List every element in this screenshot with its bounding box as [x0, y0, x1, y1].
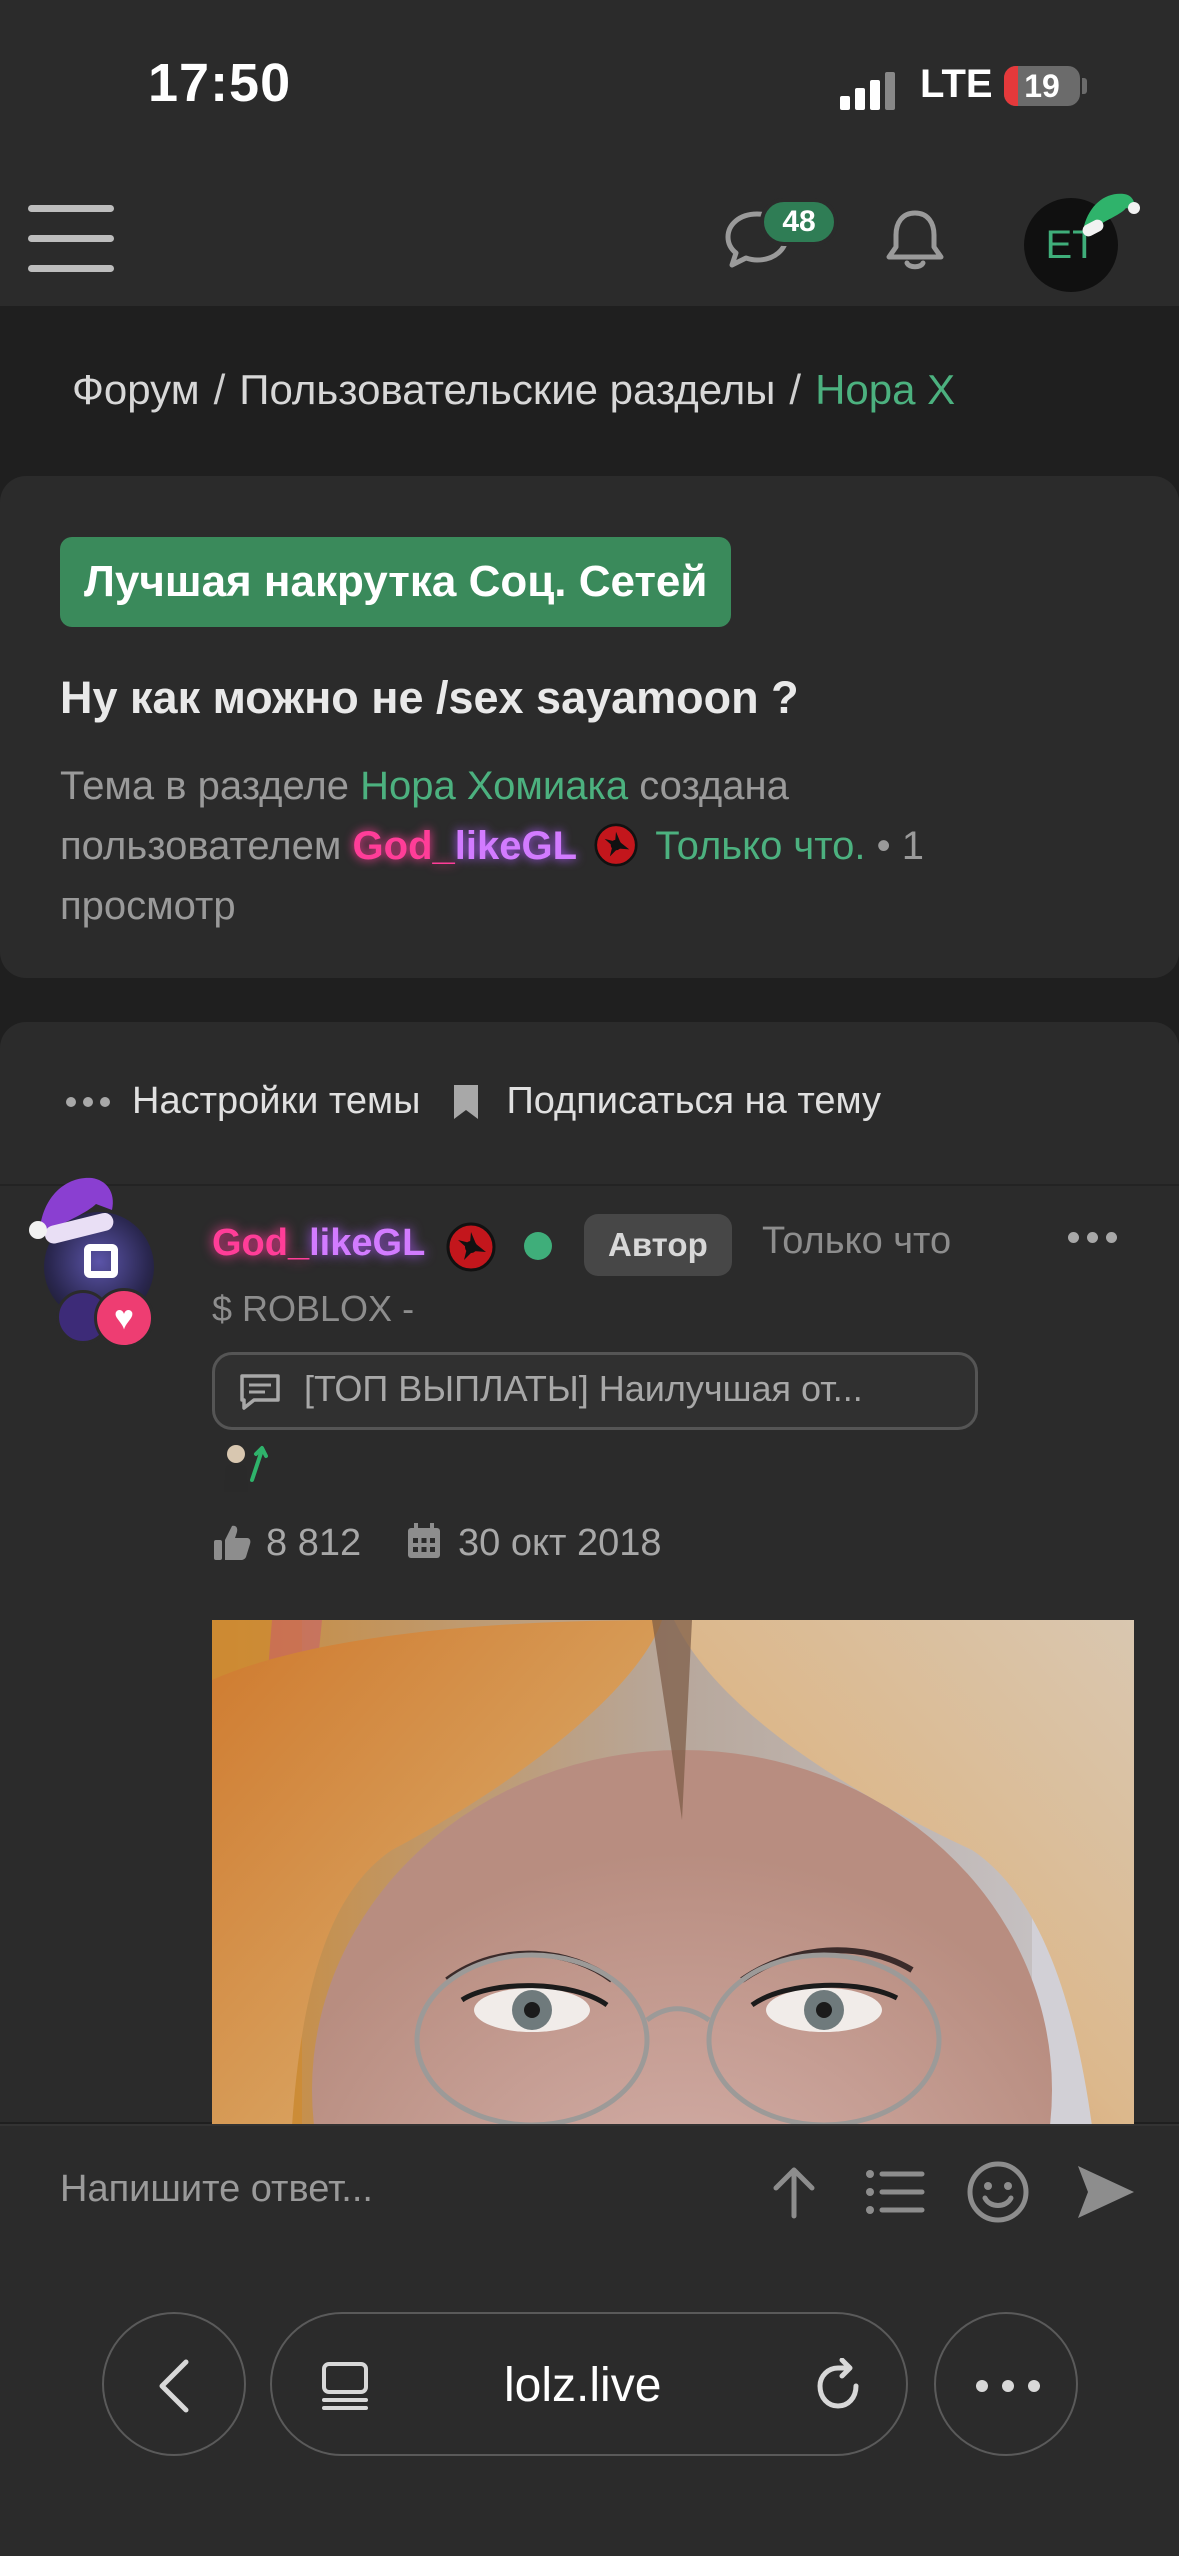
dots-icon — [66, 1096, 110, 1107]
uchiha-icon — [594, 823, 638, 867]
meta-time: Только что. — [655, 824, 866, 868]
post-username[interactable]: God_likeGL — [212, 1222, 425, 1265]
meta-author-part-b: likeGL — [454, 824, 578, 868]
battery-icon: 19 — [1004, 66, 1080, 106]
list-icon[interactable] — [862, 2160, 926, 2224]
battery-tip — [1082, 78, 1087, 94]
post-menu-button[interactable] — [1068, 1232, 1117, 1243]
avatar-logo — [84, 1244, 118, 1278]
likes-count: 8 812 — [266, 1522, 362, 1564]
meta-author-part-a: God_ — [352, 824, 455, 868]
bookmark-icon — [454, 1084, 479, 1119]
network-label: LTE — [920, 62, 993, 106]
thread-settings-button[interactable]: Настройки темы — [132, 1080, 420, 1123]
reload-icon[interactable] — [812, 2358, 866, 2414]
thread-title: Ну как можно не /sex sayamoon ? — [60, 672, 799, 723]
tabs-icon — [322, 2362, 368, 2410]
post-time[interactable]: Только что — [762, 1220, 951, 1263]
breadcrumb-current[interactable]: Нора Х — [815, 366, 955, 413]
reply-input[interactable]: Напишите ответ... — [60, 2168, 373, 2211]
hamburger-icon[interactable] — [28, 205, 114, 275]
chat-bubble-icon — [240, 1374, 280, 1410]
santa-hat-icon — [1082, 193, 1140, 237]
divider — [0, 1184, 1179, 1186]
author-badge: Автор — [584, 1214, 732, 1276]
breadcrumb-separator: / — [213, 366, 226, 413]
santa-hat-icon — [29, 1177, 114, 1244]
post-username-part-a: God_ — [212, 1222, 310, 1264]
breadcrumb-user-sections[interactable]: Пользовательские разделы — [239, 366, 775, 413]
send-icon[interactable] — [1074, 2160, 1138, 2224]
registration-date: 30 окт 2018 — [458, 1522, 662, 1564]
bell-icon[interactable] — [880, 205, 950, 273]
signal-icon — [840, 70, 900, 110]
back-button[interactable] — [102, 2312, 246, 2456]
breadcrumb: Форум / Пользовательские разделы / Нора Х — [72, 366, 955, 414]
top-header — [0, 170, 1179, 306]
breadcrumb-forum[interactable]: Форум — [72, 366, 200, 413]
meta-intro: Тема в разделе — [60, 764, 350, 808]
sticker-icon — [224, 1445, 268, 1492]
browser-more-button[interactable] — [934, 2312, 1078, 2456]
meta-author-link[interactable]: God_likeGL — [353, 824, 578, 868]
post-image[interactable] — [212, 1620, 1134, 2126]
url-text: lolz.live — [504, 2359, 662, 2412]
thread-meta: Тема в разделе Нора Хомиака создана поль… — [60, 756, 1040, 936]
breadcrumb-separator: / — [789, 366, 802, 413]
messages-count-badge: 48 — [760, 198, 838, 246]
back-icon — [159, 2359, 189, 2413]
more-icon — [976, 2380, 1040, 2392]
thread-tools: Настройки темы Подписаться на тему — [66, 1080, 881, 1123]
user-title: $ ROBLOX - — [212, 1288, 415, 1329]
smile-icon[interactable] — [966, 2160, 1030, 2224]
signature-text: [ТОП ВЫПЛАТЫ] Наилучшая от... — [304, 1368, 863, 1409]
thumbs-up-icon — [214, 1525, 251, 1560]
arrow-up-icon[interactable] — [762, 2160, 826, 2224]
post-username-part-b: likeGL — [309, 1222, 426, 1264]
heart-icon: ♥ — [94, 1288, 154, 1348]
uchiha-icon — [446, 1222, 496, 1272]
meta-section-link[interactable]: Нора Хомиака — [360, 764, 628, 808]
thread-prefix-tag[interactable]: Лучшая накрутка Соц. Сетей — [60, 537, 732, 627]
calendar-icon — [408, 1523, 440, 1558]
online-status-dot — [524, 1232, 552, 1260]
battery-percent: 19 — [1024, 68, 1060, 104]
subscribe-thread-button[interactable]: Подписаться на тему — [506, 1080, 881, 1123]
status-time: 17:50 — [148, 53, 292, 113]
